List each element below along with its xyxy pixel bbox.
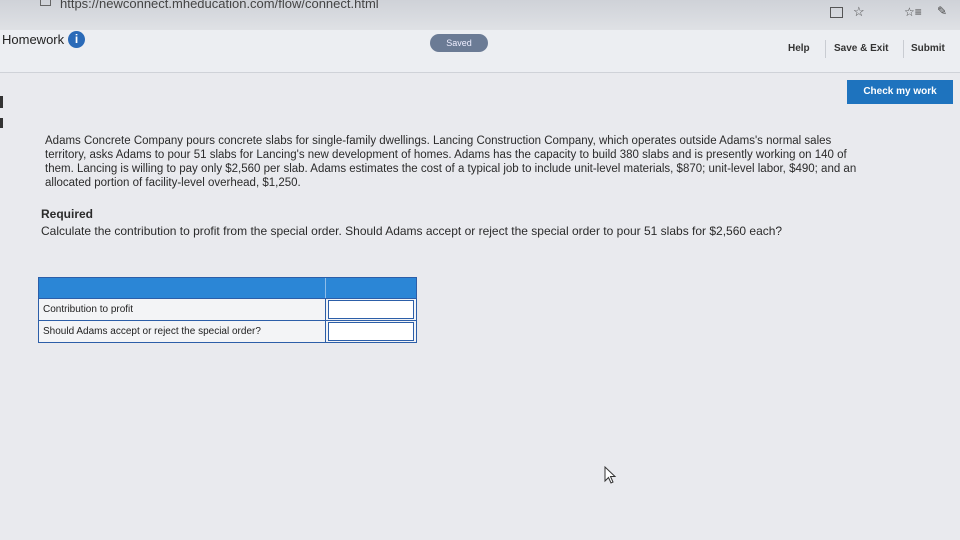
left-edge-marker [0,118,3,128]
answer-table-header [39,278,416,298]
problem-statement: Adams Concrete Company pours concrete sl… [45,135,857,189]
favorites-icon[interactable]: ☆≡ [904,5,922,19]
required-text: Calculate the contribution to profit fro… [41,224,783,238]
pen-icon[interactable]: ✎ [937,4,947,18]
answer-table: Contribution to profit Should Adams acce… [38,277,417,343]
help-button[interactable]: Help [788,43,810,54]
row-label: Should Adams accept or reject the specia… [39,321,326,342]
required-heading: Required [41,207,94,221]
page-title: Homework [2,32,65,47]
table-row-contribution: Contribution to profit [39,298,416,320]
divider [903,40,904,58]
divider [825,40,826,58]
check-my-work-button[interactable]: Check my work [847,80,953,104]
document-icon [40,0,51,6]
header-cell [39,278,326,298]
saved-status-badge: Saved [430,34,488,52]
save-exit-button[interactable]: Save & Exit [834,43,888,54]
info-icon[interactable]: i [68,31,85,48]
contribution-input[interactable] [328,300,414,319]
browser-address-bar: https://newconnect.mheducation.com/flow/… [0,0,960,30]
accept-reject-input[interactable] [328,322,414,341]
favorite-star-icon[interactable]: ☆ [853,4,865,20]
table-row-decision: Should Adams accept or reject the specia… [39,320,416,342]
url-text[interactable]: https://newconnect.mheducation.com/flow/… [60,0,379,11]
reader-view-icon[interactable] [830,7,843,18]
header-cell [326,278,416,298]
left-edge-marker [0,96,3,108]
mouse-cursor-icon [604,466,617,484]
submit-button[interactable]: Submit [911,43,945,54]
row-label: Contribution to profit [39,299,326,320]
